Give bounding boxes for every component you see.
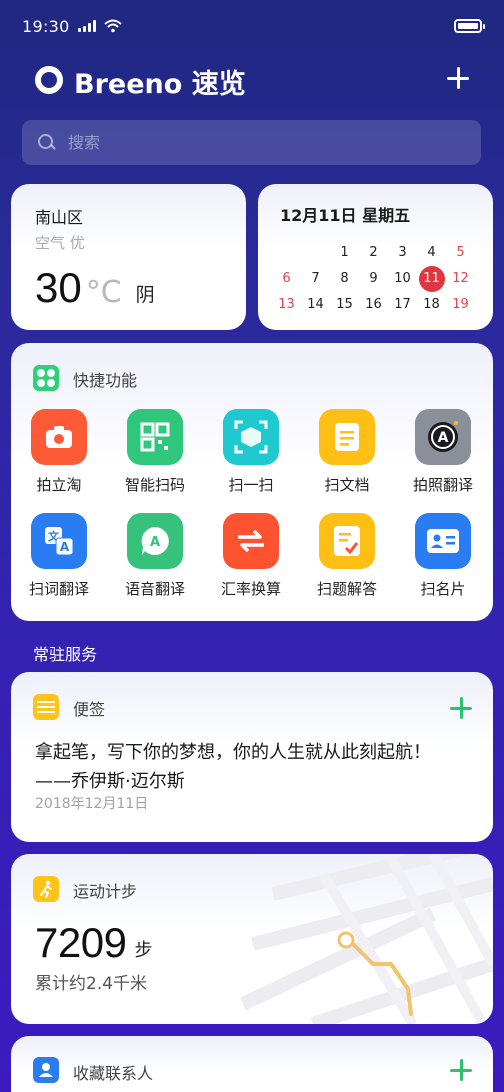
- calendar-day[interactable]: 2: [359, 240, 388, 266]
- note-author: ——乔伊斯·迈尔斯: [35, 771, 185, 792]
- calendar-day[interactable]: 18: [417, 292, 446, 318]
- calendar-day[interactable]: 17: [388, 292, 417, 318]
- favorite-contacts-card[interactable]: 收藏联系人: [11, 1036, 493, 1092]
- calendar-card[interactable]: 12月11日 星期五 1 2 3 4 5 6 7 8 9 10 11 12 13 14 15 16 17 18 19: [258, 184, 493, 330]
- quick-function-item[interactable]: 拍立淘: [11, 409, 107, 513]
- air-quality: 空气 优: [35, 234, 85, 252]
- calendar-day[interactable]: 9: [359, 266, 388, 292]
- status-time: 19:30: [22, 16, 70, 36]
- calendar-day[interactable]: 1: [330, 240, 359, 266]
- camera-icon: [31, 409, 87, 465]
- weather-card[interactable]: 南山区 空气 优 30 °C 阴: [11, 184, 246, 330]
- calendar-day[interactable]: 3: [388, 240, 417, 266]
- currency-exchange-icon: [223, 513, 279, 569]
- search-icon: [38, 133, 56, 152]
- route-map-illustration: [240, 854, 493, 1024]
- quick-functions-grid: 拍立淘 智能扫码 扫一扫 扫文档 A 拍照翻译文 A 扫词翻译 A 语音翻译 汇率换算 扫题解答 扫名片: [11, 409, 493, 617]
- step-count: 7209: [35, 919, 127, 966]
- quick-function-item[interactable]: 扫题解答: [299, 513, 395, 617]
- calendar-day[interactable]: 12: [446, 266, 475, 292]
- add-card-button[interactable]: [440, 60, 476, 96]
- quick-function-label: 扫题解答: [316, 580, 377, 598]
- temperature-unit: °C: [85, 275, 122, 310]
- svg-text:A: A: [150, 535, 160, 550]
- quick-function-item[interactable]: 扫名片: [395, 513, 491, 617]
- quick-function-label: 拍立淘: [36, 476, 82, 494]
- calendar-day[interactable]: 6: [272, 266, 301, 292]
- quick-function-item[interactable]: 智能扫码: [107, 409, 203, 513]
- quick-functions-card: 快捷功能 拍立淘 智能扫码 扫一扫 扫文档 A 拍照翻译文 A 扫词翻译 A 语音翻译 汇率换算 扫题…: [11, 343, 493, 621]
- quick-function-item[interactable]: 扫一扫: [203, 409, 299, 513]
- calendar-day[interactable]: 19: [446, 292, 475, 318]
- calendar-day[interactable]: 10: [388, 266, 417, 292]
- business-card-icon: [415, 513, 471, 569]
- calendar-day[interactable]: 15: [330, 292, 359, 318]
- calendar-date: 12月11日 星期五: [280, 206, 411, 225]
- calendar-day[interactable]: 16: [359, 292, 388, 318]
- quick-functions-title: 快捷功能: [73, 371, 138, 390]
- step-counter-title: 运动计步: [73, 882, 138, 901]
- add-contact-button[interactable]: [450, 1059, 472, 1081]
- calendar-day[interactable]: 4: [417, 240, 446, 266]
- word-translate-icon: 文A: [31, 513, 87, 569]
- calendar-day[interactable]: 11: [418, 266, 445, 292]
- calendar-empty-cell: [301, 240, 330, 266]
- quick-function-item[interactable]: A 语音翻译: [107, 513, 203, 617]
- scan-cube-icon: [223, 409, 279, 465]
- quick-function-label: 语音翻译: [124, 580, 185, 598]
- search-input[interactable]: [68, 133, 448, 152]
- quick-function-label: 汇率换算: [220, 580, 281, 598]
- quick-function-item[interactable]: 扫文档: [299, 409, 395, 513]
- quick-function-label: 扫名片: [420, 580, 466, 598]
- battery-icon: [454, 19, 485, 33]
- step-unit: 步: [134, 940, 153, 961]
- section-title: 常驻服务: [33, 645, 98, 664]
- calendar-day[interactable]: 13: [272, 292, 301, 318]
- calendar-day[interactable]: 5: [446, 240, 475, 266]
- note-content: 拿起笔，写下你的梦想，你的人生就从此刻起航！ ——乔伊斯·迈尔斯: [35, 738, 431, 796]
- calendar-day[interactable]: 14: [301, 292, 330, 318]
- quick-function-label: 扫词翻译: [28, 580, 89, 598]
- calendar-grid: 1 2 3 4 5 6 7 8 9 10 11 12 13 14 15 16 17 18 19: [272, 240, 473, 318]
- notes-icon: [33, 694, 59, 720]
- calendar-day[interactable]: 7: [301, 266, 330, 292]
- signal-icon: [77, 20, 96, 32]
- document-scan-icon: [319, 409, 375, 465]
- favorite-contacts-title: 收藏联系人: [73, 1064, 154, 1083]
- quick-function-label: 拍照翻译: [412, 476, 473, 494]
- quick-function-label: 扫文档: [324, 476, 370, 494]
- contact-icon: [33, 1057, 59, 1083]
- notes-title: 便签: [73, 700, 106, 719]
- weather-condition: 阴: [135, 284, 155, 306]
- add-note-button[interactable]: [450, 697, 472, 719]
- running-icon: [33, 876, 59, 902]
- svg-text:A: A: [438, 430, 449, 446]
- quick-function-item[interactable]: 汇率换算: [203, 513, 299, 617]
- wifi-icon: [103, 19, 122, 33]
- notes-card[interactable]: 便签 拿起笔，写下你的梦想，你的人生就从此刻起航！ ——乔伊斯·迈尔斯 2018…: [11, 672, 493, 842]
- note-line: 拿起笔，写下你的梦想，你的人生就从此刻起航！: [35, 742, 431, 763]
- calendar-empty-cell: [272, 240, 301, 266]
- calendar-day[interactable]: 8: [330, 266, 359, 292]
- voice-translate-icon: A: [127, 513, 183, 569]
- page-title: Breeno 速览: [74, 69, 246, 100]
- status-bar: 19:30: [22, 14, 485, 38]
- svg-text:A: A: [60, 540, 70, 554]
- apps-grid-icon: [33, 365, 59, 391]
- qr-code-icon: [127, 409, 183, 465]
- quick-function-label: 扫一扫: [228, 476, 274, 494]
- quick-function-item[interactable]: A 拍照翻译: [395, 409, 491, 513]
- weather-temperature: 30: [35, 264, 82, 311]
- question-scan-icon: [319, 513, 375, 569]
- breeno-logo-icon: [35, 66, 63, 94]
- step-distance: 累计约2.4千米: [35, 974, 148, 994]
- search-bar[interactable]: [22, 120, 481, 165]
- quick-function-item[interactable]: 文 A 扫词翻译: [11, 513, 107, 617]
- photo-translate-icon: A: [415, 409, 471, 465]
- weather-location: 南山区: [35, 208, 84, 227]
- quick-function-label: 智能扫码: [124, 476, 185, 494]
- step-counter-card[interactable]: 运动计步 7209 步 累计约2.4千米: [11, 854, 493, 1024]
- note-date: 2018年12月11日: [35, 796, 149, 812]
